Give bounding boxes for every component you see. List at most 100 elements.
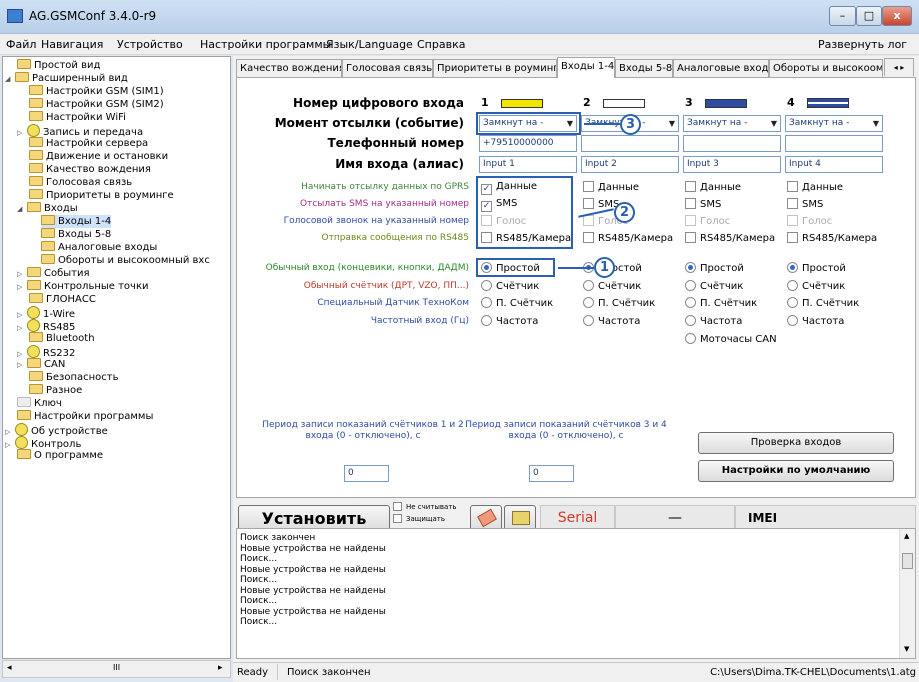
tree-item-inputs-5-8[interactable]: Входы 5-8 xyxy=(41,228,111,241)
default-settings-button[interactable]: Настройки по умолчанию xyxy=(698,460,894,482)
tree-item-program-settings[interactable]: Настройки программы xyxy=(17,410,153,423)
input-1-alias-field[interactable]: Input 1 xyxy=(479,156,577,173)
tab-inputs-1-4[interactable]: Входы 1-4 xyxy=(557,57,615,78)
expand-icon[interactable]: ▷ xyxy=(17,322,25,335)
input-2-alias-field[interactable]: Input 2 xyxy=(581,156,679,173)
input-3-color-swatch[interactable] xyxy=(705,99,747,108)
tab-scroll-arrows-icon[interactable]: ◂ ▸ xyxy=(884,58,914,76)
expand-log-link[interactable]: Развернуть лог xyxy=(818,38,907,51)
close-button[interactable]: x xyxy=(882,6,912,26)
tree-item-motion[interactable]: Движение и остановки xyxy=(29,150,168,163)
input-1-mode-freq-radio[interactable]: Частота xyxy=(481,315,538,327)
tree-item-inputs-1-4[interactable]: Входы 1-4 xyxy=(41,215,112,228)
input-2-color-swatch[interactable] xyxy=(603,99,645,108)
expand-icon[interactable]: ▷ xyxy=(5,439,13,452)
input-3-alias-field[interactable]: Input 3 xyxy=(683,156,781,173)
input-4-mode-counter-radio[interactable]: Счётчик xyxy=(787,280,845,292)
input-3-rs485-checkbox[interactable]: RS485/Камера xyxy=(685,232,775,244)
tree-item-inputs[interactable]: ◢ Входы xyxy=(17,202,78,215)
collapse-icon[interactable]: ◢ xyxy=(5,73,13,86)
collapse-icon[interactable]: ◢ xyxy=(17,203,25,216)
input-4-phone-field[interactable] xyxy=(785,135,883,152)
menu-language[interactable]: Язык/Language xyxy=(326,38,413,51)
tree-item-server[interactable]: Настройки сервера xyxy=(29,137,148,150)
input-4-mode-freq-radio[interactable]: Частота xyxy=(787,315,844,327)
log-scrollbar[interactable]: ▲ ▼ xyxy=(899,529,915,658)
input-1-color-swatch[interactable] xyxy=(501,99,543,108)
menu-device[interactable]: Устройство xyxy=(117,38,183,51)
input-4-event-select[interactable]: Замкнут на - ▼ xyxy=(785,115,883,132)
input-2-data-checkbox[interactable]: Данные xyxy=(583,181,639,193)
menu-settings[interactable]: Настройки программы xyxy=(200,38,331,51)
tree-item-wifi[interactable]: Настройки WiFi xyxy=(29,111,126,124)
tree-item-analog[interactable]: Аналоговые входы xyxy=(41,241,157,254)
tree-item-gsm-sim2[interactable]: Настройки GSM (SIM2) xyxy=(29,98,164,111)
tree-item-rs485[interactable]: ▷ RS485 xyxy=(17,319,75,335)
tree-item-about-program[interactable]: О программе xyxy=(17,449,103,462)
scroll-right-arrow-icon[interactable]: ▸ xyxy=(218,663,223,673)
tree-item-bluetooth[interactable]: Bluetooth xyxy=(29,332,95,345)
tree-item-events[interactable]: ▷ События xyxy=(17,267,90,280)
scroll-left-arrow-icon[interactable]: ◂ xyxy=(7,663,12,673)
tree-item-roaming[interactable]: Приоритеты в роуминге xyxy=(29,189,174,202)
tree-horizontal-scrollbar[interactable]: ◂ III ▸ xyxy=(2,660,231,678)
input-1-mode-special-radio[interactable]: П. Счётчик xyxy=(481,297,553,309)
maximize-button[interactable]: □ xyxy=(856,6,882,26)
menu-file[interactable]: Файл xyxy=(6,38,36,51)
input-4-rs485-checkbox[interactable]: RS485/Камера xyxy=(787,232,877,244)
tree-item-rs232[interactable]: ▷ RS232 xyxy=(17,345,75,359)
tree-item-glonass[interactable]: ГЛОНАСС xyxy=(29,293,96,306)
tree-item-can[interactable]: ▷ CAN xyxy=(17,358,65,371)
tab-inputs-5-8[interactable]: Входы 5-8 xyxy=(615,59,673,77)
tree-item-extended[interactable]: ◢ Расширенный вид xyxy=(5,72,128,85)
expand-icon[interactable]: ▷ xyxy=(17,359,25,372)
tree-item-simple[interactable]: Простой вид xyxy=(17,59,100,72)
input-3-mode-freq-radio[interactable]: Частота xyxy=(685,315,742,327)
tab-roaming[interactable]: Приоритеты в роуминге xyxy=(433,59,557,77)
protect-checkbox[interactable]: Защищать xyxy=(393,514,445,523)
tree-item-checkpoints[interactable]: ▷ Контрольные точки xyxy=(17,280,149,293)
input-1-mode-counter-radio[interactable]: Счётчик xyxy=(481,280,539,292)
input-3-mode-normal-radio[interactable]: Простой xyxy=(685,262,744,274)
tree-item-voice[interactable]: Голосовая связь xyxy=(29,176,132,189)
tree-item-control[interactable]: ▷ Контроль xyxy=(5,436,81,452)
input-3-sms-checkbox[interactable]: SMS xyxy=(685,198,721,210)
check-inputs-button[interactable]: Проверка входов xyxy=(698,432,894,454)
input-3-data-checkbox[interactable]: Данные xyxy=(685,181,741,193)
scroll-down-arrow-icon[interactable]: ▼ xyxy=(904,645,909,653)
scroll-up-arrow-icon[interactable]: ▲ xyxy=(904,532,909,540)
input-2-phone-field[interactable] xyxy=(581,135,679,152)
tree-item-record[interactable]: ▷ Запись и передача xyxy=(17,124,143,140)
input-1-phone-field[interactable]: +79510000000 xyxy=(479,135,577,152)
input-4-sms-checkbox[interactable]: SMS xyxy=(787,198,823,210)
log-panel[interactable]: Поиск закончен Новые устройства не найде… xyxy=(236,528,916,659)
input-3-phone-field[interactable] xyxy=(683,135,781,152)
expand-icon[interactable]: ▷ xyxy=(17,281,25,294)
no-read-checkbox[interactable]: Не считывать xyxy=(393,502,457,511)
input-4-data-checkbox[interactable]: Данные xyxy=(787,181,843,193)
menu-help[interactable]: Справка xyxy=(417,38,465,51)
scroll-thumb[interactable] xyxy=(902,553,913,569)
period-3-4-field[interactable]: 0 xyxy=(529,465,574,482)
minimize-button[interactable]: – xyxy=(829,6,856,26)
input-3-mode-counter-radio[interactable]: Счётчик xyxy=(685,280,743,292)
tree-item-misc[interactable]: Разное xyxy=(29,384,82,397)
tab-rpm[interactable]: Обороты и высокоомн xyxy=(769,59,883,77)
input-2-mode-special-radio[interactable]: П. Счётчик xyxy=(583,297,655,309)
input-4-mode-special-radio[interactable]: П. Счётчик xyxy=(787,297,859,309)
expand-icon[interactable]: ▷ xyxy=(17,127,25,140)
input-3-mode-can-hours-radio[interactable]: Моточасы CAN xyxy=(685,333,777,345)
scroll-grip[interactable]: III xyxy=(113,663,120,672)
tab-driving-quality[interactable]: Качество вождения xyxy=(236,59,342,77)
input-4-color-swatch[interactable] xyxy=(807,98,849,108)
input-4-mode-normal-radio[interactable]: Простой xyxy=(787,262,846,274)
tree-item-driving[interactable]: Качество вождения xyxy=(29,163,151,176)
input-4-alias-field[interactable]: Input 4 xyxy=(785,156,883,173)
input-3-voice-checkbox[interactable]: Голос xyxy=(685,215,730,227)
input-3-mode-special-radio[interactable]: П. Счётчик xyxy=(685,297,757,309)
input-2-mode-counter-radio[interactable]: Счётчик xyxy=(583,280,641,292)
input-3-event-select[interactable]: Замкнут на - ▼ xyxy=(683,115,781,132)
input-4-voice-checkbox[interactable]: Голос xyxy=(787,215,832,227)
tree-item-about-device[interactable]: ▷ Об устройстве xyxy=(5,423,108,437)
tree-item-key[interactable]: Ключ xyxy=(17,397,62,410)
